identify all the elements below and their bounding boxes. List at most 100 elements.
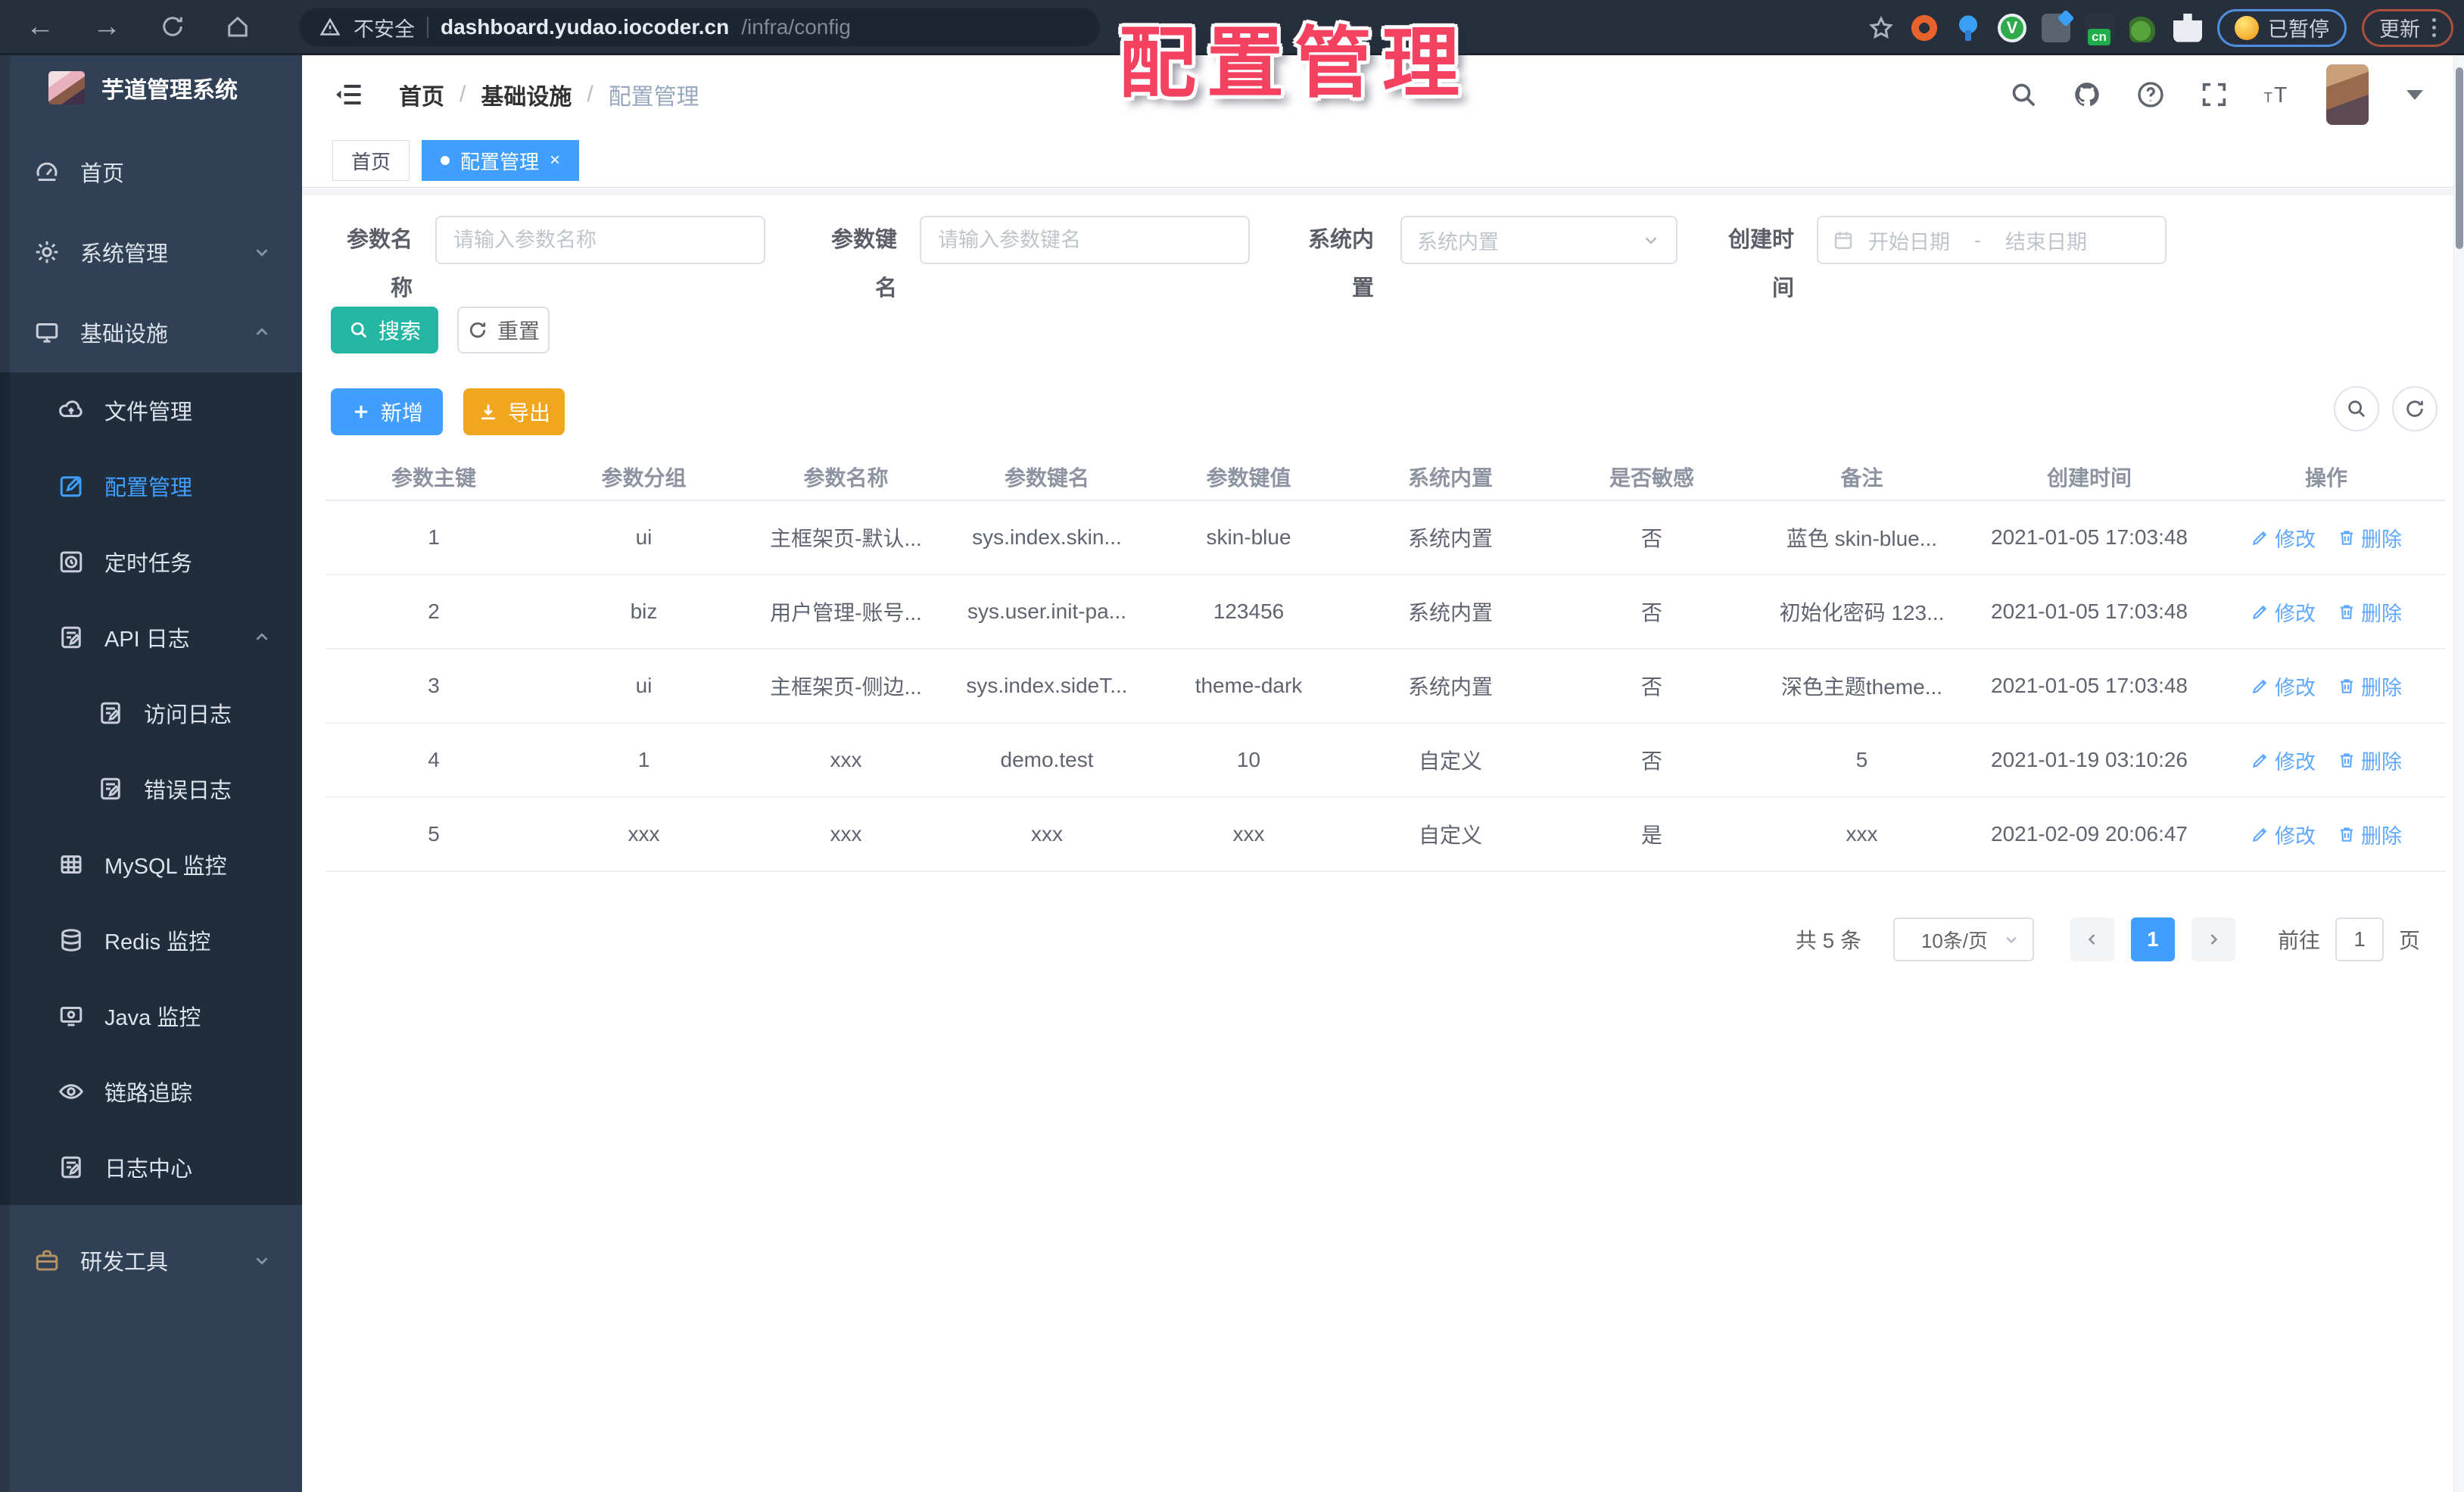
sidebar-item-label: Redis 监控 [104,930,211,955]
search-icon [350,322,367,338]
database-grid-icon [61,855,82,874]
date-end-placeholder: 结束日期 [2005,230,2087,254]
sidebar-item-label: 研发工具 [80,1251,169,1275]
extensions-puzzle-icon[interactable] [2173,13,2202,42]
pencil-icon [2252,827,2267,843]
table-row[interactable]: 1 ui 主框架页-默认... sys.index.skin... skin-b… [326,501,2445,575]
sidebar-item-mysql[interactable]: MySQL 监控 [0,827,302,902]
fullscreen-icon[interactable] [2199,79,2229,110]
sidebar-item-log-center[interactable]: 日志中心 [0,1129,302,1205]
delete-link[interactable]: 删除 [2337,820,2402,849]
sidebar-item-label: 配置管理 [104,476,193,500]
delete-link[interactable]: 删除 [2337,597,2402,627]
table-row[interactable]: 3 ui 主框架页-侧边... sys.index.sideT... theme… [326,649,2445,724]
doc-edit-icon [101,702,120,724]
edit-link[interactable]: 修改 [2251,671,2316,701]
table-row[interactable]: 2 biz 用户管理-账号... sys.user.init-pa... 123… [326,575,2445,649]
filter-key-input[interactable] [920,216,1250,264]
github-icon[interactable] [2072,79,2102,110]
filter-name-input[interactable] [435,216,765,264]
edit-link[interactable]: 修改 [2251,746,2316,775]
toggle-search-button[interactable] [2334,386,2379,431]
address-bar[interactable]: 不安全 dashboard.yudao.iocoder.cn /infra/co… [299,8,1100,46]
page-scrollbar[interactable] [2453,55,2464,1492]
close-tab-icon[interactable]: × [550,151,560,170]
page-root: ← → 不安全 dashboard.yudao.iocoder.cn /infr… [0,0,2464,1492]
cell-name: 用户管理-账号... [770,601,922,625]
chevron-right-icon [2210,934,2218,945]
column-header: 创建时间 [2046,466,2132,490]
collapse-menu-icon[interactable] [332,78,366,111]
sidebar-item-error-log[interactable]: 错误日志 [0,751,302,827]
refresh-table-button[interactable] [2392,386,2438,431]
extension-pin-icon[interactable] [1954,13,1983,42]
breadcrumb-home[interactable]: 首页 [399,78,444,111]
font-size-icon[interactable]: TT [2263,79,2293,110]
svg-text:T: T [2264,89,2272,105]
extension-donut-icon[interactable] [1910,13,1939,42]
sidebar-item-home[interactable]: 首页 [0,132,302,212]
sidebar-item-trace[interactable]: 链路追踪 [0,1054,302,1129]
filter-date-label: 创建时间 [1727,228,1794,301]
page-number-1[interactable]: 1 [2130,917,2175,961]
sidebar-item-java[interactable]: Java 监控 [0,978,302,1054]
breadcrumb-infra[interactable]: 基础设施 [481,78,572,111]
overlay-title: 配置管理 [1119,20,1470,107]
page-size-select[interactable]: 10条/页 [1892,917,2034,961]
column-header: 参数名称 [803,466,889,490]
emoji-icon [2235,15,2259,40]
goto-page-input[interactable] [2335,917,2384,961]
table-row[interactable]: 5 xxx xxx xxx xxx 自定义 是 xxx 2021-02-09 2… [326,798,2445,872]
app-logo-row[interactable]: 芋道管理系统 [0,55,302,120]
sidebar-scroll-track[interactable] [0,55,10,1492]
search-button[interactable]: 搜索 [331,307,438,354]
delete-link[interactable]: 删除 [2337,671,2402,701]
delete-link[interactable]: 删除 [2337,746,2402,775]
filter-date-range[interactable]: 开始日期 - 结束日期 [1817,216,2167,264]
reset-button[interactable]: 重置 [457,307,550,354]
update-button[interactable]: 更新 [2362,8,2453,47]
extension-check-icon[interactable]: V [1998,13,2026,42]
edit-link[interactable]: 修改 [2251,820,2316,849]
forward-icon[interactable]: → [92,12,121,41]
tab-home[interactable]: 首页 [332,140,410,181]
back-icon[interactable]: ← [26,12,55,41]
extension-cn-icon[interactable] [2086,13,2114,45]
sidebar-item-jobs[interactable]: 定时任务 [0,524,302,600]
sidebar-item-infra[interactable]: 基础设施 [0,292,302,372]
table-row[interactable]: 4 1 xxx demo.test 10 自定义 否 5 2021-01-19 … [326,724,2445,798]
tab-config[interactable]: 配置管理 × [422,140,580,181]
url-separator [427,17,428,38]
sidebar-item-dev-tools[interactable]: 研发工具 [0,1220,302,1300]
paused-badge[interactable]: 已暂停 [2217,8,2347,47]
extension-grid-icon[interactable] [2042,13,2070,42]
doc-edit-icon [101,777,120,800]
user-avatar[interactable] [2326,64,2369,125]
prev-page-button[interactable] [2070,917,2114,961]
sidebar-item-system[interactable]: 系统管理 [0,212,302,292]
help-icon[interactable] [2135,79,2166,110]
home-icon[interactable] [224,13,251,40]
reload-icon[interactable] [159,13,186,40]
edit-link[interactable]: 修改 [2251,597,2316,627]
filter-type-select[interactable]: 系统内置 [1400,216,1677,264]
sidebar-item-config[interactable]: 配置管理 [0,448,302,524]
sidebar-item-files[interactable]: 文件管理 [0,372,302,448]
sidebar-item-redis[interactable]: Redis 监控 [0,902,302,978]
edit-link[interactable]: 修改 [2251,523,2316,553]
sidebar-item-api-log[interactable]: API 日志 [0,600,302,675]
search-icon[interactable] [2008,79,2039,110]
sidebar-item-label: 定时任务 [104,552,193,576]
scrollbar-thumb[interactable] [2456,67,2463,249]
delete-link[interactable]: 删除 [2337,523,2402,553]
sidebar-item-access-log[interactable]: 访问日志 [0,675,302,751]
export-button[interactable]: 导出 [463,388,565,435]
add-button[interactable]: 新增 [331,388,443,435]
bookmark-star-icon[interactable] [1867,14,1895,42]
browser-menu-icon[interactable] [2432,18,2436,37]
extension-leaf-icon[interactable] [2129,13,2158,42]
page-size-value: 10条/页 [1920,929,1989,952]
warning-icon [319,17,341,36]
next-page-button[interactable] [2191,917,2235,961]
avatar-caret-icon[interactable] [2406,89,2423,100]
